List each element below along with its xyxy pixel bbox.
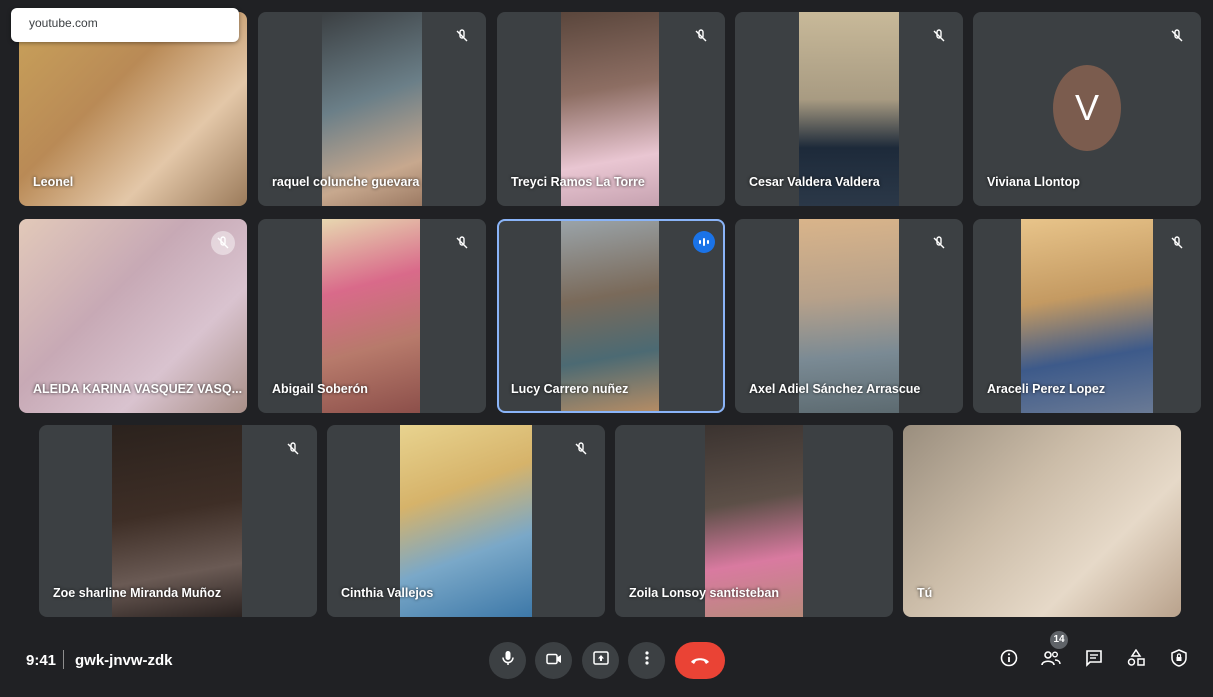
- participant-name: Lucy Carrero nuñez: [511, 382, 629, 396]
- camera-button[interactable]: [535, 642, 572, 679]
- toast-url: youtube.com: [29, 16, 98, 30]
- camera-icon: [545, 652, 562, 670]
- chat-icon: [1085, 649, 1103, 672]
- present-icon: [592, 651, 609, 670]
- participant-name: Leonel: [33, 175, 74, 189]
- participant-tile[interactable]: Zoila Lonsoy santisteban: [615, 425, 893, 617]
- participant-name: Tú: [917, 586, 933, 600]
- people-icon: [1041, 650, 1061, 671]
- participant-name: Treyci Ramos La Torre: [511, 175, 645, 189]
- participant-tile[interactable]: Araceli Perez Lopez: [973, 219, 1201, 413]
- participant-tile[interactable]: raquel colunche guevara: [258, 12, 486, 206]
- avatar: V: [1053, 65, 1121, 151]
- bottom-control-bar: 9:41 gwk-jnvw-zdk 14: [0, 625, 1213, 697]
- present-button[interactable]: [582, 642, 619, 679]
- participant-name: Araceli Perez Lopez: [987, 382, 1106, 396]
- mic-off-icon: [689, 24, 713, 48]
- self-video: [903, 425, 1181, 617]
- speaking-indicator-icon: [693, 231, 715, 253]
- participant-tile[interactable]: Cesar Valdera Valdera: [735, 12, 963, 206]
- microphone-button[interactable]: [489, 642, 526, 679]
- participant-tile[interactable]: Zoe sharline Miranda Muñoz: [39, 425, 317, 617]
- more-options-icon: [644, 651, 649, 670]
- mic-icon: [501, 650, 515, 671]
- participant-tile[interactable]: V Viviana Llontop: [973, 12, 1201, 206]
- mic-off-icon: [1165, 24, 1189, 48]
- activities-button[interactable]: [1123, 647, 1149, 673]
- participant-tile-self[interactable]: Tú: [903, 425, 1181, 617]
- meeting-code: gwk-jnvw-zdk: [75, 652, 173, 669]
- mic-off-icon: [927, 231, 951, 255]
- participant-name: Zoe sharline Miranda Muñoz: [53, 586, 222, 600]
- participant-grid: Leonel raquel colunche guevara Treyci Ra…: [0, 0, 1213, 625]
- meeting-info-button[interactable]: [996, 647, 1022, 673]
- mic-off-icon: [450, 231, 474, 255]
- participant-name: ALEIDA KARINA VASQUEZ VASQ...: [33, 382, 243, 396]
- info-icon: [1000, 649, 1018, 672]
- divider: [63, 650, 64, 669]
- participant-name: raquel colunche guevara: [272, 175, 420, 189]
- participant-tile[interactable]: Axel Adiel Sánchez Arrascue: [735, 219, 963, 413]
- mic-off-icon: [211, 231, 235, 255]
- chat-button[interactable]: [1081, 647, 1107, 673]
- host-controls-button[interactable]: [1166, 647, 1192, 673]
- people-button[interactable]: [1038, 647, 1064, 673]
- participant-tile[interactable]: Cinthia Vallejos: [327, 425, 605, 617]
- end-call-button[interactable]: [675, 642, 725, 679]
- mic-off-icon: [1165, 231, 1189, 255]
- more-options-button[interactable]: [628, 642, 665, 679]
- mic-off-icon: [569, 437, 593, 461]
- mic-off-icon: [927, 24, 951, 48]
- participant-tile[interactable]: ALEIDA KARINA VASQUEZ VASQ...: [19, 219, 247, 413]
- participant-tile-speaking[interactable]: Lucy Carrero nuñez: [497, 219, 725, 413]
- host-controls-icon: [1171, 648, 1187, 672]
- participant-name: Cesar Valdera Valdera: [749, 175, 880, 189]
- participant-name: Zoila Lonsoy santisteban: [629, 586, 780, 600]
- participant-name: Abigail Soberón: [272, 382, 368, 396]
- participant-name: Cinthia Vallejos: [341, 586, 434, 600]
- browser-url-toast: youtube.com: [11, 8, 239, 42]
- current-time: 9:41: [26, 652, 57, 669]
- mic-off-icon: [450, 24, 474, 48]
- participant-count-badge: 14: [1050, 631, 1068, 649]
- end-call-icon: [690, 652, 710, 670]
- participant-name: Axel Adiel Sánchez Arrascue: [749, 382, 921, 396]
- participant-tile[interactable]: Treyci Ramos La Torre: [497, 12, 725, 206]
- mic-off-icon: [281, 437, 305, 461]
- participant-tile[interactable]: Abigail Soberón: [258, 219, 486, 413]
- activities-icon: [1127, 648, 1145, 672]
- participant-name: Viviana Llontop: [987, 175, 1080, 189]
